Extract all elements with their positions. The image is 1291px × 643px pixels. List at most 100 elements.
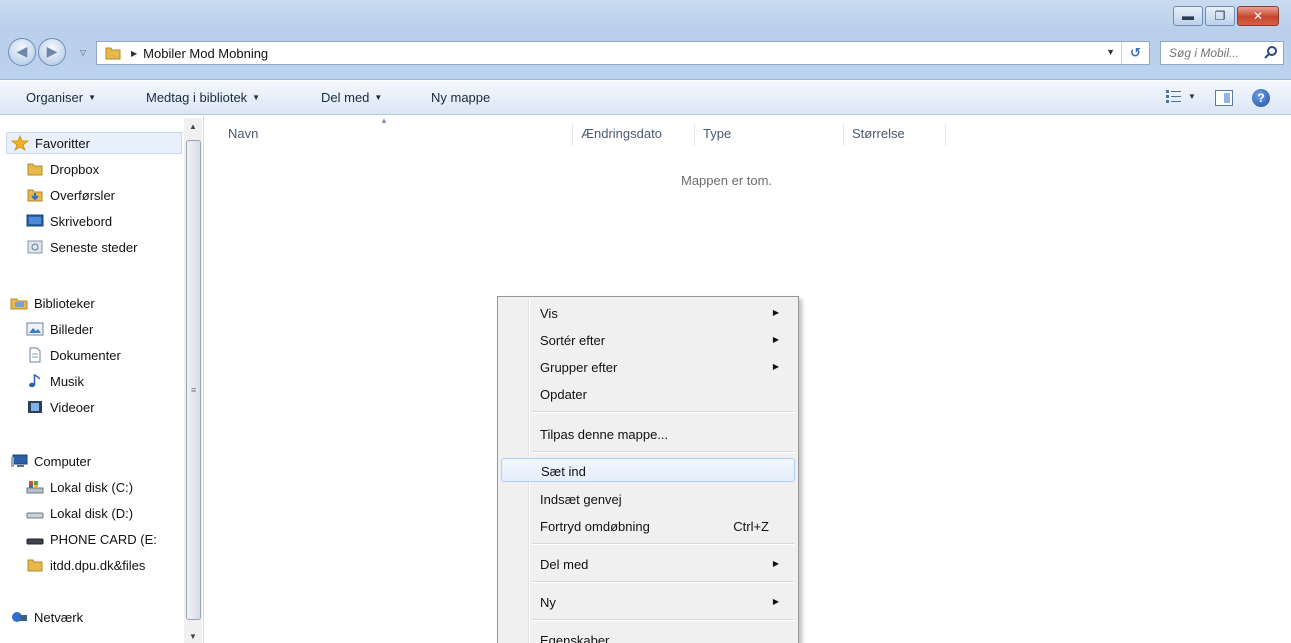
pictures-icon xyxy=(26,321,44,337)
menu-item-paste-shortcut[interactable]: Indsæt genvej xyxy=(501,487,795,511)
nav-computer-label: Computer xyxy=(34,453,92,469)
nav-item-phone-card[interactable]: PHONE CARD (E: xyxy=(26,528,157,550)
documents-icon xyxy=(26,347,44,363)
nav-item-pictures[interactable]: Billeder xyxy=(26,318,93,340)
submenu-arrow-icon: ▶ xyxy=(772,308,779,317)
folder-icon xyxy=(105,47,121,60)
context-menu: Vis ▶ Sortér efter ▶ Grupper efter ▶ Opd… xyxy=(497,296,799,643)
libraries-icon xyxy=(10,295,28,311)
nav-network[interactable]: Netværk xyxy=(10,606,83,628)
submenu-arrow-icon: ▶ xyxy=(772,597,779,606)
command-toolbar: Organiser ▼ Medtag i bibliotek ▼ Del med ▼ … xyxy=(0,81,1291,115)
navigation-pane: Favoritter Dropbox Overførsler Skrivebor… xyxy=(0,116,204,643)
submenu-arrow-icon: ▶ xyxy=(772,559,779,568)
scroll-down-arrow-icon[interactable]: ▼ xyxy=(184,632,202,641)
menu-item-label: Egenskaber xyxy=(540,633,610,643)
menu-item-customize-folder[interactable]: Tilpas denne mappe... xyxy=(501,422,795,446)
menu-separator xyxy=(532,543,794,545)
preview-pane-button[interactable] xyxy=(1215,90,1233,106)
nav-item-drive-d[interactable]: Lokal disk (D:) xyxy=(26,502,133,524)
forward-button[interactable]: ▶ xyxy=(38,38,66,66)
search-icon[interactable] xyxy=(1263,45,1279,61)
nav-item-drive-c[interactable]: Lokal disk (C:) xyxy=(26,476,133,498)
nav-item-label: itdd.dpu.dk&files xyxy=(50,557,146,573)
breadcrumb-current-folder[interactable]: Mobiler Mod Mobning xyxy=(143,46,268,61)
menu-item-refresh[interactable]: Opdater xyxy=(501,382,795,406)
music-note-icon xyxy=(26,373,44,389)
nav-item-label: PHONE CARD (E: xyxy=(50,531,157,547)
search-box[interactable] xyxy=(1160,41,1284,65)
column-header-name[interactable]: Navn xyxy=(220,124,573,146)
nav-item-downloads[interactable]: Overførsler xyxy=(26,184,115,206)
nav-favorites[interactable]: Favoritter xyxy=(6,132,182,154)
share-with-button[interactable]: Del med ▼ xyxy=(321,90,382,105)
search-input[interactable] xyxy=(1169,46,1265,60)
nav-computer[interactable]: Computer xyxy=(10,450,91,472)
column-header-size[interactable]: Størrelse xyxy=(844,124,946,146)
menu-item-paste[interactable]: Sæt ind xyxy=(501,458,795,482)
include-in-library-button[interactable]: Medtag i bibliotek ▼ xyxy=(146,90,260,105)
nav-item-label: Overførsler xyxy=(50,187,115,203)
breadcrumb-separator-icon[interactable]: ▶ xyxy=(131,49,137,58)
nav-item-dropbox[interactable]: Dropbox xyxy=(26,158,99,180)
menu-item-group-by[interactable]: Grupper efter ▶ xyxy=(501,355,795,379)
nav-item-documents[interactable]: Dokumenter xyxy=(26,344,121,366)
menu-item-label: Sortér efter xyxy=(540,333,606,348)
menu-item-new[interactable]: Ny ▶ xyxy=(501,590,795,614)
navigation-scrollbar[interactable]: ▲ ≡ ▼ xyxy=(184,118,202,643)
nav-libraries[interactable]: Biblioteker xyxy=(10,292,95,314)
close-button[interactable]: ✕ xyxy=(1237,6,1279,26)
network-icon xyxy=(10,609,28,625)
video-icon xyxy=(26,399,44,415)
column-header-type[interactable]: Type xyxy=(695,124,844,146)
scrollbar-thumb[interactable]: ≡ xyxy=(186,140,201,620)
column-header-date-modified[interactable]: Ændringsdato xyxy=(573,124,695,146)
new-folder-button[interactable]: Ny mappe xyxy=(431,90,490,105)
organize-menu-button[interactable]: Organiser ▼ xyxy=(26,90,96,105)
back-button[interactable]: ◀ xyxy=(8,38,36,66)
nav-item-desktop[interactable]: Skrivebord xyxy=(26,210,112,232)
menu-separator xyxy=(532,451,794,453)
nav-item-label: Dropbox xyxy=(50,161,100,177)
help-button[interactable]: ? xyxy=(1252,89,1270,107)
menu-item-view[interactable]: Vis ▶ xyxy=(501,301,795,325)
menu-item-undo-rename[interactable]: Fortryd omdøbning Ctrl+Z xyxy=(501,514,795,538)
menu-item-label: Sæt ind xyxy=(541,464,586,479)
submenu-arrow-icon: ▶ xyxy=(772,362,779,371)
nav-item-music[interactable]: Musik xyxy=(26,370,84,392)
scroll-up-arrow-icon[interactable]: ▲ xyxy=(184,122,202,131)
address-history-dropdown-icon[interactable]: ▼ xyxy=(1106,47,1115,57)
menu-item-label: Del med xyxy=(540,557,589,572)
nav-item-label: Lokal disk (C:) xyxy=(50,479,134,495)
menu-item-share-with[interactable]: Del med ▶ xyxy=(501,552,795,576)
menu-item-label: Grupper efter xyxy=(540,360,618,375)
menu-item-sort-by[interactable]: Sortér efter ▶ xyxy=(501,328,795,352)
grip-icon: ≡ xyxy=(191,385,197,395)
nav-item-recent-places[interactable]: Seneste steder xyxy=(26,236,137,258)
refresh-button[interactable]: ↺ xyxy=(1121,42,1149,64)
recent-pages-dropdown-icon[interactable]: ▽ xyxy=(80,48,86,57)
nav-item-network-folder[interactable]: itdd.dpu.dk&files xyxy=(26,554,145,576)
help-icon: ? xyxy=(1257,91,1265,105)
menu-separator xyxy=(532,411,794,413)
window-titlebar: ▬ ❐ ✕ ◀ ▶ ▽ ▶ Mobiler Mod Mobning ▼ ↺ xyxy=(0,0,1291,80)
submenu-arrow-icon: ▶ xyxy=(772,335,779,344)
menu-item-label: Vis xyxy=(540,306,558,321)
change-view-button[interactable]: ▼ xyxy=(1166,89,1196,103)
address-bar[interactable]: ▶ Mobiler Mod Mobning ▼ ↺ xyxy=(96,41,1150,65)
nav-item-videos[interactable]: Videoer xyxy=(26,396,95,418)
minimize-button[interactable]: ▬ xyxy=(1173,6,1203,26)
nav-item-label: Dokumenter xyxy=(50,347,121,363)
nav-network-label: Netværk xyxy=(34,609,84,625)
nav-libraries-label: Biblioteker xyxy=(34,295,95,311)
nav-item-label: Videoer xyxy=(50,399,95,415)
menu-separator xyxy=(532,581,794,583)
nav-item-label: Musik xyxy=(50,373,84,389)
maximize-button[interactable]: ❐ xyxy=(1205,6,1235,26)
view-list-icon xyxy=(1166,90,1181,103)
menu-item-properties[interactable]: Egenskaber xyxy=(501,628,795,643)
menu-item-label: Opdater xyxy=(540,387,587,402)
new-folder-label: Ny mappe xyxy=(431,90,491,105)
menu-separator xyxy=(532,619,794,621)
nav-item-label: Lokal disk (D:) xyxy=(50,505,134,521)
